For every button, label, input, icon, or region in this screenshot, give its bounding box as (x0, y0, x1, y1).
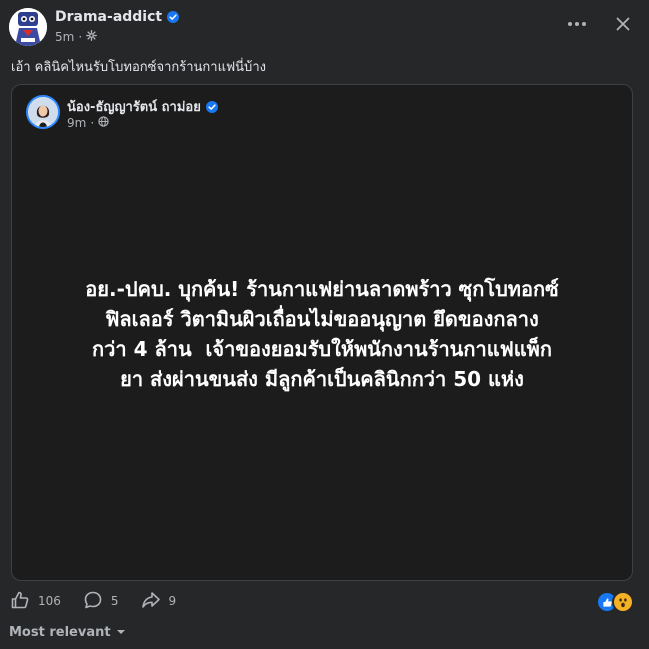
settings-gear-icon[interactable] (86, 30, 98, 44)
comment-bubble-icon (83, 590, 103, 613)
shared-author-avatar[interactable] (26, 95, 60, 129)
shared-post-body: อย.-ปคบ. บุกค้น! ร้านกาแฟย่านลาดพร้าว ซุ… (12, 137, 632, 580)
comment-sort-label: Most relevant (9, 625, 111, 640)
shared-post-meta: 9m · (67, 116, 109, 130)
engagement-bar: 106 5 9 (10, 589, 639, 613)
post-actions (565, 12, 635, 36)
reaction-summary[interactable] (596, 591, 634, 613)
shared-author-name-row: น้อง-ธัญญารัตน์ ถาม่อย (67, 96, 218, 117)
wow-reaction-icon (612, 591, 634, 613)
shared-post-card[interactable]: น้อง-ธัญญารัตน์ ถาม่อย 9m · อย.-ปคบ. บุก… (11, 84, 633, 581)
shared-author-name[interactable]: น้อง-ธัญญารัตน์ ถาม่อย (67, 96, 201, 117)
close-icon[interactable] (611, 12, 635, 36)
shared-post-headline: อย.-ปคบ. บุกค้น! ร้านกาแฟย่านลาดพร้าว ซุ… (85, 276, 559, 391)
author-avatar[interactable] (9, 8, 47, 46)
shared-post-timestamp[interactable]: 9m (67, 116, 86, 130)
globe-icon[interactable] (98, 116, 109, 130)
author-name-row: Drama-addict (55, 9, 180, 25)
meta-separator: · (78, 30, 83, 44)
comment-sort-dropdown[interactable]: Most relevant (9, 625, 126, 640)
like-count: 106 (38, 594, 61, 608)
meta-separator: · (90, 116, 95, 130)
verified-badge-icon (205, 100, 218, 113)
post-caption: เอ้า คลินิคไหนรับโบทอกซ์จากร้านกาแฟนี่บ้… (11, 60, 266, 75)
share-arrow-icon (141, 590, 161, 613)
author-name[interactable]: Drama-addict (55, 9, 162, 25)
comment-button[interactable]: 5 (83, 590, 119, 613)
post-timestamp[interactable]: 5m (55, 30, 74, 44)
like-button[interactable]: 106 (10, 590, 61, 613)
thumbs-up-icon (10, 590, 30, 613)
share-button[interactable]: 9 (141, 590, 177, 613)
chevron-down-icon (116, 625, 126, 640)
verified-badge-icon (167, 11, 180, 23)
comment-count: 5 (110, 594, 119, 608)
post-meta: 5m · (55, 30, 98, 44)
shared-post-header: น้อง-ธัญญารัตน์ ถาม่อย 9m · (12, 85, 632, 137)
share-count: 9 (168, 594, 177, 608)
more-horizontal-icon[interactable] (565, 12, 589, 36)
